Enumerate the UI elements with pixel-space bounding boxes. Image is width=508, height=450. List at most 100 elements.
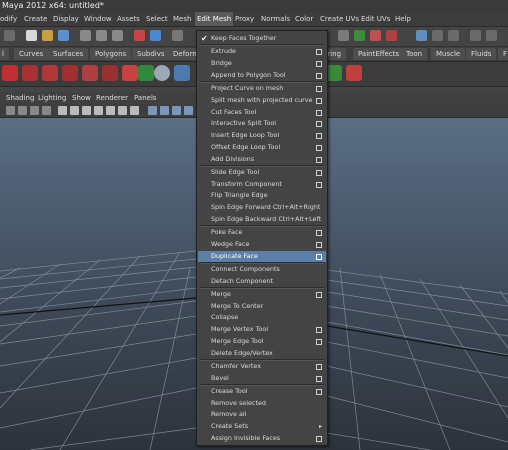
shelf-tab-subdivs[interactable]: Subdivs — [132, 48, 170, 60]
option-box-icon[interactable] — [316, 109, 322, 116]
shelf-tab-polygons[interactable]: Polygons — [90, 48, 132, 60]
menu-item-detach-component[interactable]: Detach Component — [198, 276, 326, 287]
menu-item-bevel[interactable]: Bevel — [198, 373, 326, 384]
option-box-icon[interactable] — [316, 338, 322, 345]
option-box-icon[interactable] — [316, 241, 322, 248]
panel-menu-renderer[interactable]: Renderer — [96, 92, 128, 104]
menu-item-flip-triangle-edge[interactable]: Flip Triangle Edge — [198, 190, 326, 201]
bookmark-icon[interactable] — [30, 106, 39, 115]
menu-item-insert-edge-loop-tool[interactable]: Insert Edge Loop Tool — [198, 130, 326, 141]
menu-assets[interactable]: Assets — [117, 12, 140, 26]
attribute-editor-icon[interactable] — [470, 30, 481, 41]
smooth-icon[interactable] — [154, 65, 170, 81]
menu-item-bridge[interactable]: Bridge — [198, 58, 326, 69]
shelf-tab-painteffects[interactable]: PaintEffects — [353, 48, 405, 60]
safe-action-icon[interactable] — [118, 106, 127, 115]
option-box-icon[interactable] — [316, 327, 322, 333]
menu-item-offset-edge-loop-tool[interactable]: Offset Edge Loop Tool — [198, 142, 326, 153]
menu-create-uvs[interactable]: Create UVs — [320, 12, 359, 26]
gate-mask-icon[interactable] — [94, 106, 103, 115]
safe-title-icon[interactable] — [130, 106, 139, 115]
menu-item-remove-selected[interactable]: Remove selected — [198, 398, 326, 409]
menu-item-cut-faces-tool[interactable]: Cut Faces Tool — [198, 107, 326, 118]
option-box-icon[interactable] — [316, 156, 322, 163]
menu-item-extrude[interactable]: Extrude — [198, 46, 326, 57]
menu-item-transform-component[interactable]: Transform Component — [198, 179, 326, 190]
menu-mesh[interactable]: Mesh — [173, 12, 191, 26]
option-box-icon[interactable] — [316, 49, 322, 56]
menu-item-merge-to-center[interactable]: Merge To Center — [198, 301, 326, 312]
option-box-icon[interactable] — [316, 435, 322, 442]
menu-item-append-to-polygon-tool[interactable]: Append to Polygon Tool — [198, 70, 326, 81]
menu-modify[interactable]: odify — [0, 12, 17, 26]
menu-proxy[interactable]: Proxy — [235, 12, 254, 26]
camera-icon[interactable] — [6, 106, 15, 115]
mask-icon[interactable] — [134, 30, 145, 41]
option-box-icon[interactable] — [316, 97, 322, 104]
history-icon[interactable] — [338, 30, 349, 41]
option-box-icon[interactable] — [316, 230, 322, 236]
menu-normals[interactable]: Normals — [261, 12, 290, 26]
render-icon[interactable] — [354, 30, 365, 41]
dropdown-icon[interactable] — [4, 30, 15, 41]
menu-edit-mesh[interactable]: Edit Mesh — [195, 12, 234, 26]
option-box-icon[interactable] — [316, 291, 322, 298]
menu-select[interactable]: Select — [146, 12, 168, 26]
pick-mask-icon[interactable] — [150, 30, 161, 41]
input-line-icon[interactable] — [416, 30, 427, 41]
resolution-gate-icon[interactable] — [82, 106, 91, 115]
option-box-icon[interactable] — [316, 169, 322, 176]
menu-item-connect-components[interactable]: Connect Components — [198, 264, 326, 275]
panel-menu-lighting[interactable]: Lighting — [38, 92, 66, 104]
grid-toggle-icon[interactable] — [58, 106, 67, 115]
menu-color[interactable]: Color — [295, 12, 313, 26]
shelf-tab-fur[interactable]: F — [498, 48, 508, 60]
menu-create[interactable]: Create — [24, 12, 47, 26]
menu-item-duplicate-face[interactable]: Duplicate Face — [198, 250, 326, 262]
menu-item-chamfer-vertex[interactable]: Chamfer Vertex — [198, 361, 326, 372]
plane-tool-icon[interactable] — [102, 65, 118, 81]
menu-help[interactable]: Help — [395, 12, 411, 26]
help-icon[interactable] — [2, 65, 18, 81]
wireframe-icon[interactable] — [148, 106, 157, 115]
wireframe-on-shaded-icon[interactable] — [172, 106, 181, 115]
menu-item-interactive-split-tool[interactable]: Interactive Split Tool — [198, 118, 326, 129]
menu-window[interactable]: Window — [84, 12, 112, 26]
menu-item-poke-face[interactable]: Poke Face — [198, 227, 326, 238]
menu-item-add-divisions[interactable]: Add Divisions — [198, 154, 326, 165]
option-box-icon[interactable] — [316, 61, 322, 67]
cylinder-tool-icon[interactable] — [62, 65, 78, 81]
menu-item-split-mesh-with-projected-curve[interactable]: Split mesh with projected curve — [198, 95, 326, 106]
torus-tool-icon[interactable] — [122, 65, 138, 81]
shelf-tab-fluids[interactable]: Fluids — [466, 48, 497, 60]
open-scene-icon[interactable] — [42, 30, 53, 41]
paint-icon[interactable] — [346, 65, 362, 81]
combine-icon[interactable] — [138, 65, 154, 81]
panel-menu-show[interactable]: Show — [72, 92, 91, 104]
menu-edit-uvs[interactable]: Edit UVs — [361, 12, 390, 26]
menu-display[interactable]: Display — [53, 12, 79, 26]
render-shelf-icon[interactable] — [326, 65, 342, 81]
option-box-icon[interactable] — [316, 133, 322, 139]
panel-icon[interactable] — [432, 30, 443, 41]
menu-item-spin-edge-forward-ctrl-alt-right[interactable]: Spin Edge Forward Ctrl+Alt+Right — [198, 202, 326, 213]
render-settings-icon[interactable] — [386, 30, 397, 41]
save-scene-icon[interactable] — [58, 30, 69, 41]
ipr-render-icon[interactable] — [370, 30, 381, 41]
option-box-icon[interactable] — [316, 253, 322, 260]
menu-item-keep-faces-together[interactable]: ✔ Keep Faces Together — [198, 33, 326, 44]
field-chart-icon[interactable] — [106, 106, 115, 115]
option-box-icon[interactable] — [316, 388, 322, 395]
option-box-icon[interactable] — [316, 144, 322, 151]
outliner-icon[interactable] — [448, 30, 459, 41]
menu-item-crease-tool[interactable]: Crease Tool — [198, 386, 326, 397]
shelf-tab-surfaces[interactable]: Surfaces — [48, 48, 89, 60]
menu-item-create-sets[interactable]: Create Sets ▸ — [198, 421, 326, 432]
film-gate-icon[interactable] — [70, 106, 79, 115]
sculpt-icon[interactable] — [174, 65, 190, 81]
menu-item-merge[interactable]: Merge — [198, 289, 326, 300]
menu-item-project-curve-on-mesh[interactable]: Project Curve on mesh — [198, 83, 326, 94]
menu-item-spin-edge-backward-ctrl-alt-left[interactable]: Spin Edge Backward Ctrl+Alt+Left — [198, 214, 326, 225]
select-hierarchy-icon[interactable] — [80, 30, 91, 41]
panel-menu-panels[interactable]: Panels — [134, 92, 157, 104]
